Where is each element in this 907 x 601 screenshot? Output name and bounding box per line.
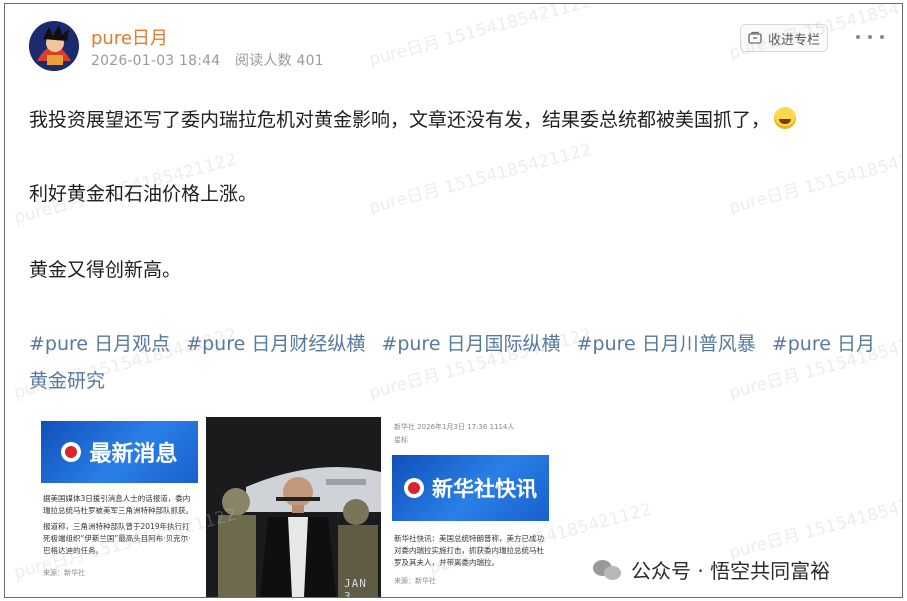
topic-tag[interactable]: #pure 日月财经纵横 bbox=[186, 333, 365, 355]
photo-date-stamp: JAN 3 bbox=[344, 577, 367, 597]
official-account-watermark: 公众号 · 悟空共同富裕 bbox=[593, 555, 830, 584]
laughing-emoji-icon bbox=[774, 107, 797, 129]
news-text: 据美国媒体3日援引消息人士的话报道，委内瑞拉总统马杜罗被美军三角洲特种部队抓获。 bbox=[43, 494, 193, 515]
banner-title: 最新消息 bbox=[89, 442, 178, 467]
read-count: 阅读人数 401 bbox=[235, 53, 324, 69]
watermark: pure日月 15154185421122 bbox=[366, 139, 594, 219]
news-photo[interactable]: JAN 3 bbox=[206, 417, 381, 597]
post-paragraph: 利好黄金和石油价格上涨。 bbox=[29, 183, 258, 205]
post-meta: 2026-01-03 18:44 阅读人数 401 bbox=[91, 50, 334, 70]
author-avatar[interactable] bbox=[29, 21, 79, 71]
collect-icon bbox=[748, 31, 762, 44]
post-paragraph: 我投资展望还写了委内瑞拉危机对黄金影响，文章还没有发，结果委总统都被美国抓了， bbox=[29, 105, 797, 132]
news-image-1[interactable]: 最新消息 据美国媒体3日援引消息人士的话报道，委内瑞拉总统马杜罗被美军三角洲特种… bbox=[37, 417, 202, 597]
arrest-photo bbox=[206, 417, 381, 597]
news-meta-line: 新华社 2026年1月3日 17:36 1114人 bbox=[394, 423, 515, 431]
topic-tag[interactable]: #pure 日月国际纵横 bbox=[381, 333, 560, 355]
wechat-icon bbox=[593, 558, 623, 582]
xinhua-logo-icon bbox=[61, 442, 82, 462]
news-banner: 新华社快讯 bbox=[392, 455, 549, 521]
topic-tag[interactable]: #pure 日月川普风暴 bbox=[577, 333, 756, 355]
post-frame: pure日月 15154185421122 pure日月 15154185421… bbox=[4, 3, 903, 598]
star-label: 星标 bbox=[394, 436, 408, 444]
collect-to-column-button[interactable]: 收进专栏 bbox=[740, 24, 828, 52]
banner-title: 新华社快讯 bbox=[432, 477, 537, 501]
official-account-name: 公众号 · 悟空共同富裕 bbox=[631, 559, 831, 583]
more-dots-icon bbox=[856, 35, 860, 39]
topic-tag[interactable]: #pure 日月观点 bbox=[29, 333, 170, 355]
news-source: 来源：新华社 bbox=[43, 569, 85, 577]
watermark: pure日月 15154185421122 bbox=[366, 3, 594, 71]
news-banner: 最新消息 bbox=[41, 421, 198, 483]
news-text: 新华社快讯：美国总统特朗普称，美方已成功对委内瑞拉实施打击，抓获委内瑞拉总统马杜… bbox=[394, 534, 544, 567]
paragraph-text: 我投资展望还写了委内瑞拉危机对黄金影响，文章还没有发，结果委总统都被美国抓了， bbox=[29, 109, 771, 131]
watermark: pure日月 15154185421122 bbox=[726, 139, 903, 219]
post-paragraph: 黄金又得创新高。 bbox=[29, 259, 182, 281]
xinhua-logo-icon bbox=[404, 478, 424, 498]
more-options-button[interactable] bbox=[856, 30, 884, 44]
watermark: pure日月 15154185421122 bbox=[726, 484, 903, 564]
collect-label: 收进专栏 bbox=[767, 32, 820, 48]
news-source: 来源：新华社 bbox=[394, 577, 436, 585]
news-image-3[interactable]: 新华社 2026年1月3日 17:36 1114人 星标 新华社快讯 新华社快讯… bbox=[388, 417, 553, 597]
post-date: 2026-01-03 18:44 bbox=[91, 53, 221, 69]
author-name[interactable]: pure日月 bbox=[91, 24, 168, 50]
topic-tags: #pure 日月观点 #pure 日月财经纵横 #pure 日月国际纵横 #pu… bbox=[29, 326, 879, 400]
news-text: 报道称，三角洲特种部队曾于2019年执行打死极端组织“伊斯兰国”最高头目阿布·贝… bbox=[43, 522, 191, 555]
